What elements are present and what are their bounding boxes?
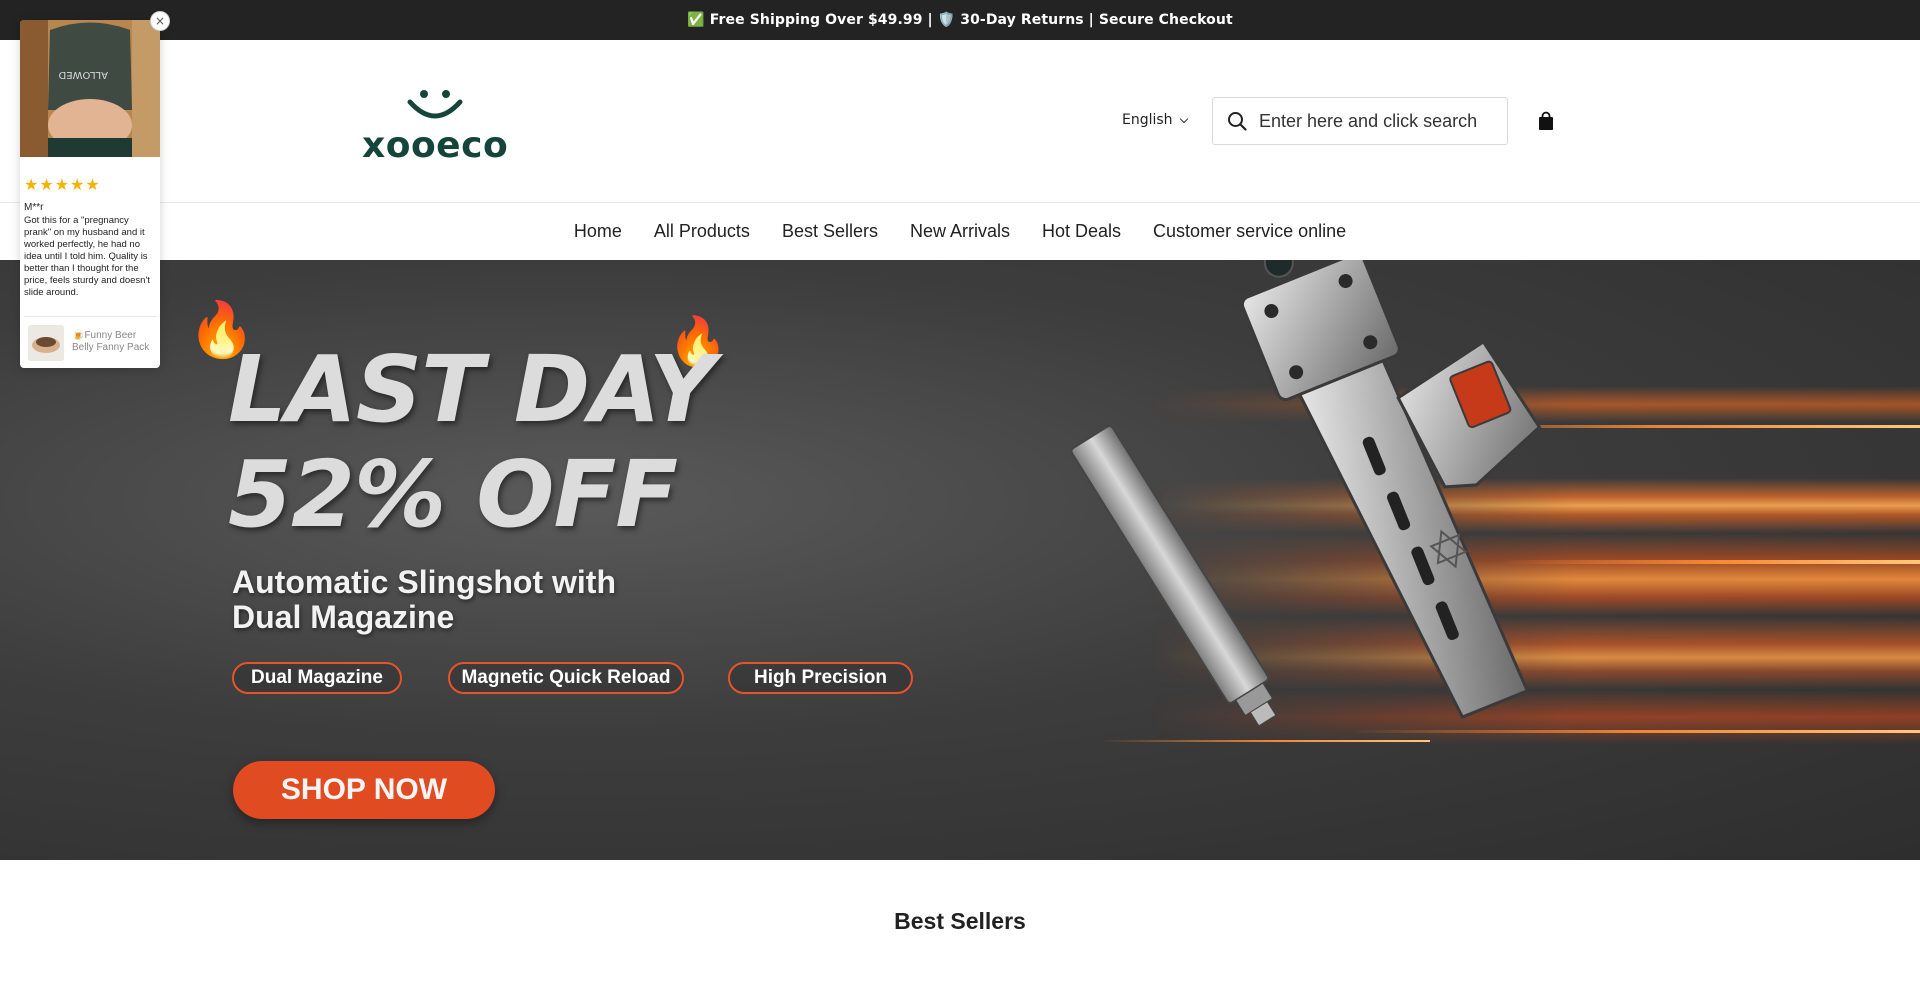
svg-text:ALLOWED: ALLOWED: [58, 69, 108, 80]
announcement-bar: ✅ Free Shipping Over $49.99 | 🛡️ 30-Day …: [0, 0, 1920, 40]
nav-best-sellers[interactable]: Best Sellers: [782, 221, 878, 242]
review-text: Got this for a "pregnancy prank" on my h…: [24, 215, 150, 298]
hero-title-line1: LAST DAY: [228, 336, 715, 443]
shop-now-button[interactable]: SHOP NOW: [233, 761, 495, 819]
hero-subtitle-line2: Dual Magazine: [232, 599, 455, 635]
logo[interactable]: xooeco: [362, 86, 508, 166]
feature-pill-dual-magazine: Dual Magazine: [232, 662, 402, 694]
slingshot-product-image: [1070, 260, 1542, 727]
announcement-text: ✅ Free Shipping Over $49.99 | 🛡️ 30-Day …: [687, 12, 1233, 28]
hero-subtitle-line1: Automatic Slingshot with: [232, 564, 616, 600]
site-header: xooeco English: [0, 40, 1920, 203]
language-selector[interactable]: English: [1122, 112, 1188, 128]
search-icon[interactable]: [1227, 111, 1247, 131]
language-label: English: [1122, 112, 1173, 128]
feature-pill-high-precision: High Precision: [728, 662, 913, 694]
feature-pill-quick-reload: Magnetic Quick Reload: [448, 662, 684, 694]
nav-all-products[interactable]: All Products: [654, 221, 750, 242]
smile-icon: [407, 90, 463, 119]
reviewer-name: M**r: [24, 202, 44, 213]
nav-customer-service[interactable]: Customer service online: [1153, 221, 1346, 242]
rating-stars: ★★★★★: [24, 175, 101, 194]
search-input[interactable]: [1259, 110, 1499, 132]
main-nav: Home All Products Best Sellers New Arriv…: [0, 203, 1920, 260]
nav-new-arrivals[interactable]: New Arrivals: [910, 221, 1010, 242]
review-product-thumbnail: [28, 325, 64, 361]
nav-home[interactable]: Home: [574, 221, 622, 242]
search-box[interactable]: [1212, 97, 1508, 145]
close-icon[interactable]: ×: [150, 11, 170, 31]
review-popup[interactable]: ALLOWED ★★★★★ M**r Got this for a "pregn…: [20, 20, 160, 368]
review-photo: ALLOWED: [20, 20, 160, 157]
best-sellers-heading: Best Sellers: [894, 908, 1026, 934]
divider: [24, 316, 156, 317]
review-product-name[interactable]: 🍺Funny Beer Belly Fanny Pack: [72, 330, 158, 354]
hero-banner[interactable]: 🔥 🔥 LAST DAY 52% OFF Automatic Slingshot…: [0, 260, 1920, 860]
nav-hot-deals[interactable]: Hot Deals: [1042, 221, 1121, 242]
cart-icon[interactable]: [1536, 111, 1556, 131]
hero-subtitle: Automatic Slingshot with Dual Magazine: [232, 565, 616, 635]
logo-text: xooeco: [362, 125, 509, 166]
chevron-down-icon: [1179, 114, 1188, 123]
hero-title-line2: 52% OFF: [228, 441, 678, 548]
